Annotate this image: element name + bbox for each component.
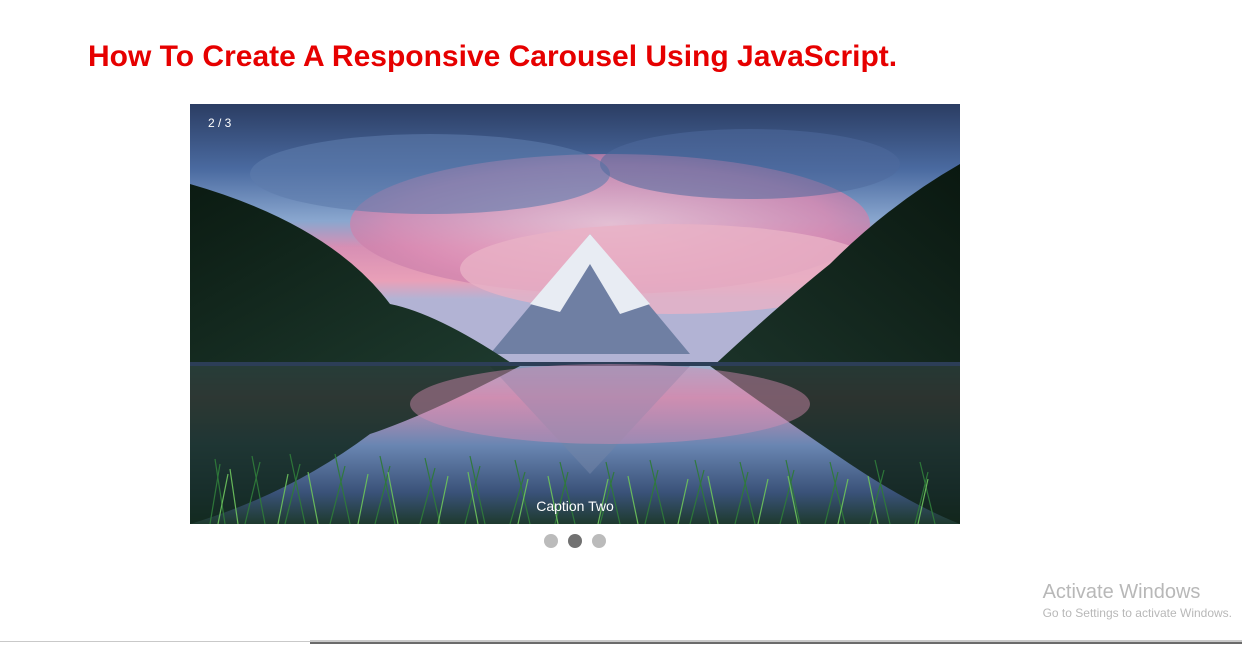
dot-2[interactable] xyxy=(568,534,582,548)
watermark-title: Activate Windows xyxy=(1043,581,1232,604)
slide-counter: 2 / 3 xyxy=(202,112,237,134)
carousel-dots xyxy=(190,534,960,553)
windows-activation-watermark: Activate Windows Go to Settings to activ… xyxy=(1043,581,1232,620)
taskbar-divider xyxy=(0,641,310,642)
taskbar-scrollbar[interactable] xyxy=(310,642,1242,644)
page-title: How To Create A Responsive Carousel Usin… xyxy=(88,40,1242,74)
carousel: 2 / 3 Caption Two xyxy=(190,104,960,553)
dot-1[interactable] xyxy=(544,534,558,548)
carousel-image xyxy=(190,104,960,524)
watermark-subtitle: Go to Settings to activate Windows. xyxy=(1043,606,1232,620)
carousel-slide[interactable]: 2 / 3 Caption Two xyxy=(190,104,960,524)
dot-3[interactable] xyxy=(592,534,606,548)
slide-caption: Caption Two xyxy=(190,488,960,524)
